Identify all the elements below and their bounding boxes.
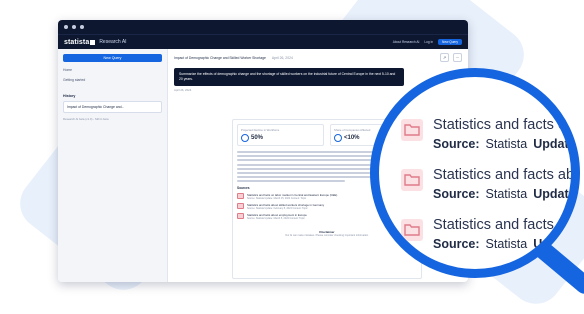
folder-icon	[237, 203, 244, 210]
zoomed-source-label: Source:	[433, 187, 480, 201]
source-meta: Source: Statista Update: March 15, 2024 …	[247, 197, 307, 201]
source-meta: Source: Statista Update: March 5, 2024 C…	[247, 217, 305, 221]
zoomed-update-label: Update:	[533, 187, 580, 201]
zoomed-source-value: Statista	[485, 137, 528, 151]
window-dot[interactable]	[80, 25, 84, 29]
folder-icon	[401, 219, 423, 241]
history-title: History	[63, 94, 76, 98]
new-query-button[interactable]: New Query	[63, 54, 162, 62]
source-meta: Source: Statista Update: February 8, 202…	[247, 207, 308, 211]
folder-icon	[237, 193, 244, 200]
zoomed-source-row: Statistics and facts on l Source: Statist…	[401, 117, 580, 151]
sidebar: New Query Home Getting started History I…	[58, 49, 168, 282]
history-item[interactable]: Impact of Demographic Change and...	[63, 101, 162, 113]
app-header: statista Research AI About Research AI L…	[58, 34, 468, 49]
brand-subtitle: Research AI	[99, 39, 127, 45]
magnifier-icon: Statistics and facts on l Source: Statist…	[370, 68, 580, 278]
sidebar-item-getting-started[interactable]: Getting started	[63, 78, 162, 82]
stat-value: 50%	[251, 135, 264, 141]
zoomed-source-row: Statistics and facts about s Source: Stat…	[401, 167, 580, 201]
zoomed-source-title: Statistics and facts abou	[433, 217, 580, 233]
window-titlebar	[58, 20, 468, 34]
zoomed-source-row: Statistics and facts abou Source: Statist…	[401, 217, 580, 251]
zoomed-source-label: Source:	[433, 237, 480, 251]
logo-icon	[90, 39, 96, 45]
sidebar-note: Research AI beta (v1.0) - Still in beta	[63, 117, 109, 121]
page-date: April 26, 2024	[271, 55, 293, 60]
new-query-button-top[interactable]: New Query	[438, 39, 462, 45]
page-title: Impact of Demographic Change and Skilled…	[174, 55, 266, 60]
nav-about[interactable]: About Research AI	[393, 40, 420, 44]
progress-ring-icon	[334, 134, 342, 142]
window-dot[interactable]	[64, 25, 68, 29]
brand-name: statista	[64, 38, 90, 46]
share-icon[interactable]: ↗	[440, 53, 449, 62]
brand-logo[interactable]: statista	[64, 39, 96, 46]
nav-login[interactable]: Log in	[424, 40, 433, 44]
window-dot[interactable]	[72, 25, 76, 29]
folder-icon	[237, 213, 244, 220]
progress-ring-icon	[241, 134, 249, 142]
sidebar-item-home[interactable]: Home	[63, 68, 162, 72]
more-icon[interactable]: ⋯	[453, 53, 462, 62]
folder-icon	[401, 169, 423, 191]
stat-value: <10%	[344, 135, 360, 141]
zoomed-source-title: Statistics and facts on l	[433, 117, 580, 133]
zoomed-source-value: Statista	[485, 237, 528, 251]
zoomed-update-label: Update:	[533, 137, 580, 151]
zoomed-source-title: Statistics and facts about s	[433, 167, 575, 183]
stat-label: Projected Decline in Workforce	[241, 128, 280, 132]
query-bubble: Summarize the effects of demographic cha…	[174, 68, 404, 86]
zoomed-source-label: Source:	[433, 137, 480, 151]
main-header: Impact of Demographic Change and Skilled…	[174, 53, 462, 62]
stat-card: Projected Decline in Workforce 50%	[237, 124, 324, 146]
folder-icon	[401, 119, 423, 141]
zoomed-source-value: Statista	[485, 187, 528, 201]
